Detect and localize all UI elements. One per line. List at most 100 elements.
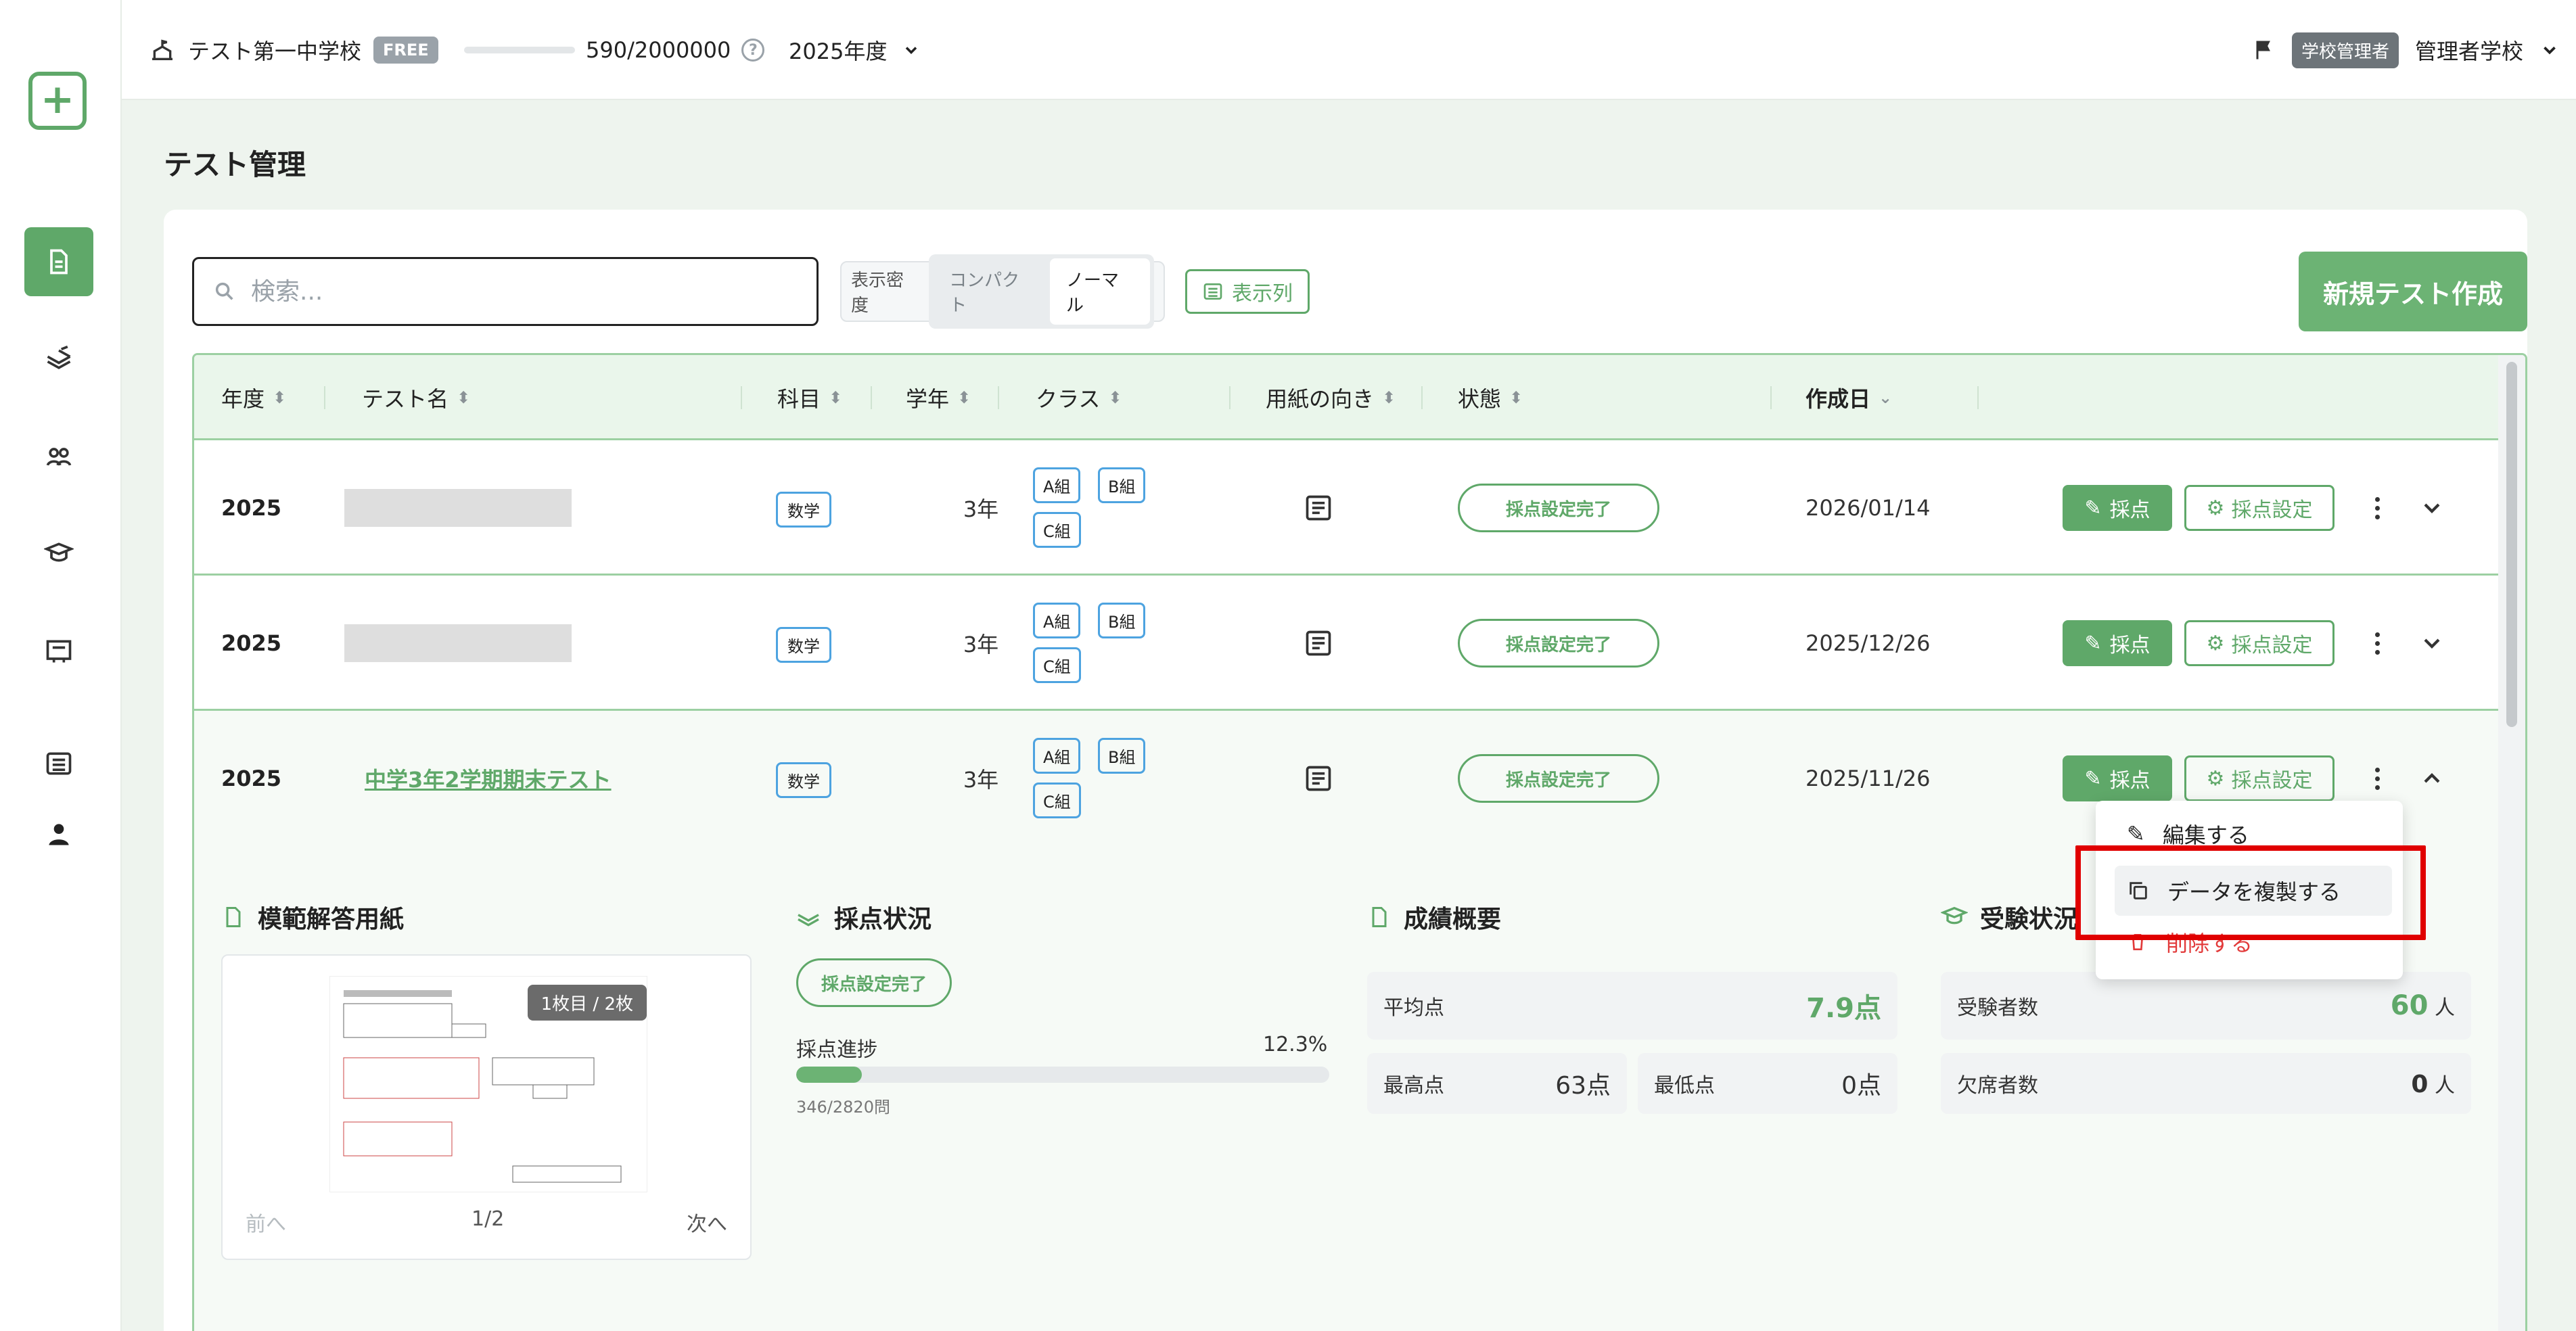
row-grade: 3年 [963,632,999,657]
storage-bar [464,47,575,53]
row-date: 2025/12/26 [1806,630,1931,656]
score-summary-title: 成績概要 [1367,900,1501,934]
row-year: 2025 [221,630,282,656]
answer-sheet-thumbnail[interactable]: 1枚目 / 2枚 [329,976,647,1192]
fiscal-year-label: 2025年度 [789,39,888,64]
role-badge: 学校管理者 [2291,32,2399,68]
portrait-paper-icon [1306,766,1331,791]
user-area: 学校管理者 管理者学校 [2251,0,2560,100]
school-info: テスト第一中学校 FREE [149,0,438,100]
grade-settings-button[interactable]: ⚙ 採点設定 [2184,485,2334,531]
search-input[interactable] [251,277,779,306]
sidebar-item-list[interactable] [24,729,93,798]
col-header-subject[interactable]: 科目 ⬍ [777,355,842,440]
table-row[interactable]: 2025 数学 3年 A組 B組 C組 採点設定完了 2025/12/26 ✎ 採… [194,576,2502,711]
row-grade: 3年 [963,496,999,522]
gear-icon: ⚙ [2206,766,2225,791]
columns-button[interactable]: 表示列 [1185,269,1310,314]
grade-button[interactable]: ✎ 採点 [2063,485,2172,531]
grade-settings-button[interactable]: ⚙ 採点設定 [2184,620,2334,666]
sort-icon: ⬍ [1382,388,1396,407]
sidebar-item-grading[interactable] [24,325,93,394]
progress-count: 346/2820問 [796,1098,890,1117]
more-options-icon[interactable] [2367,624,2387,662]
stack-pen-icon [47,345,71,369]
sidebar-item-teachers[interactable] [24,519,93,588]
gear-icon: ⚙ [2206,631,2225,655]
test-name-redacted [344,489,572,527]
gear-icon: ⚙ [2206,496,2225,520]
sort-icon: ⬍ [1108,388,1122,407]
more-options-icon[interactable] [2367,489,2387,527]
class-badge: C組 [1033,512,1081,548]
chevron-down-icon[interactable] [2418,630,2445,657]
col-header-created[interactable]: 作成日 ⌄ [1806,355,1892,440]
attendance-title: 受験状況 [1941,900,2077,934]
table-row[interactable]: 2025 数学 3年 A組 B組 C組 採点設定完了 2026/01/14 ✎ 採… [194,440,2502,576]
grade-settings-button[interactable]: ⚙ 採点設定 [2184,755,2334,801]
add-logo-icon[interactable]: + [28,72,87,130]
answer-sheet-title: 模範解答用紙 [221,900,404,934]
next-page-button[interactable]: 次へ [687,1207,727,1237]
sidebar-item-account[interactable] [24,799,93,868]
annotation-highlight-box [2075,845,2426,940]
sort-desc-icon: ⌄ [1879,388,1893,407]
sidebar-item-classes[interactable] [24,617,93,686]
pencil-icon: ✎ [2084,766,2102,791]
group-icon [46,448,72,466]
test-name-redacted [344,624,572,662]
new-test-button[interactable]: 新規テスト作成 [2299,252,2527,331]
list-icon [46,752,72,775]
table-list-icon [1203,283,1222,300]
chevron-up-icon[interactable] [2418,765,2445,792]
grade-button[interactable]: ✎ 採点 [2063,620,2172,666]
col-header-class[interactable]: クラス ⬍ [1036,355,1122,440]
density-label: 表示密度 [851,271,904,316]
fiscal-year-select[interactable]: 2025年度 [789,0,921,100]
sidebar-item-students[interactable] [24,422,93,491]
search-box[interactable] [192,257,819,326]
subject-badge: 数学 [776,762,831,798]
density-normal-option[interactable]: ノーマル [1050,258,1150,325]
row-date: 2025/11/26 [1806,766,1931,791]
sort-icon: ⬍ [1509,388,1523,407]
chevron-down-icon[interactable] [2539,40,2560,60]
help-icon[interactable]: ? [741,39,765,62]
plan-badge: FREE [373,37,438,64]
more-options-icon[interactable] [2367,760,2387,797]
page-count-badge: 1枚目 / 2枚 [527,985,647,1021]
prev-page-button[interactable]: 前へ [246,1207,286,1237]
scrollbar-thumb[interactable] [2506,362,2517,727]
col-header-grade[interactable]: 学年 ⬍ [906,355,971,440]
school-name: テスト第一中学校 [188,39,362,64]
chevron-down-icon[interactable] [2418,494,2445,521]
table-scrollbar[interactable] [2498,355,2525,1331]
class-badge: B組 [1098,738,1146,774]
document-icon [226,907,241,927]
sidebar-item-tests[interactable] [24,227,93,296]
col-header-status[interactable]: 状態 ⬍ [1458,355,1523,440]
col-header-orientation[interactable]: 用紙の向き ⬍ [1266,355,1396,440]
status-badge: 採点設定完了 [1458,484,1659,532]
search-icon [215,282,233,300]
pencil-icon: ✎ [2127,821,2145,847]
flag-icon[interactable] [2251,38,2276,62]
progress-label: 採点進捗 [796,1038,877,1062]
density-control: 表示密度 コンパクト ノーマル [840,254,1165,329]
density-toggle: コンパクト ノーマル [929,254,1154,329]
average-score-box: 平均点 7.9点 [1367,972,1898,1040]
row-year: 2025 [221,766,282,791]
graduation-cap-icon [1941,906,1968,925]
columns-button-label: 表示列 [1232,282,1293,306]
col-header-name[interactable]: テスト名 ⬍ [362,355,470,440]
density-compact-option[interactable]: コンパクト [933,258,1050,325]
portrait-paper-icon [1306,630,1331,656]
col-header-year[interactable]: 年度 ⬍ [221,355,286,440]
test-name-link[interactable]: 中学3年2学期期末テスト [365,711,612,846]
class-badge: B組 [1098,603,1146,638]
page-indicator: 1/2 [472,1207,505,1231]
user-name[interactable]: 管理者学校 [2415,34,2523,66]
grade-button[interactable]: ✎ 採点 [2063,755,2172,801]
user-icon [49,824,69,845]
chevron-down-icon [906,47,917,54]
